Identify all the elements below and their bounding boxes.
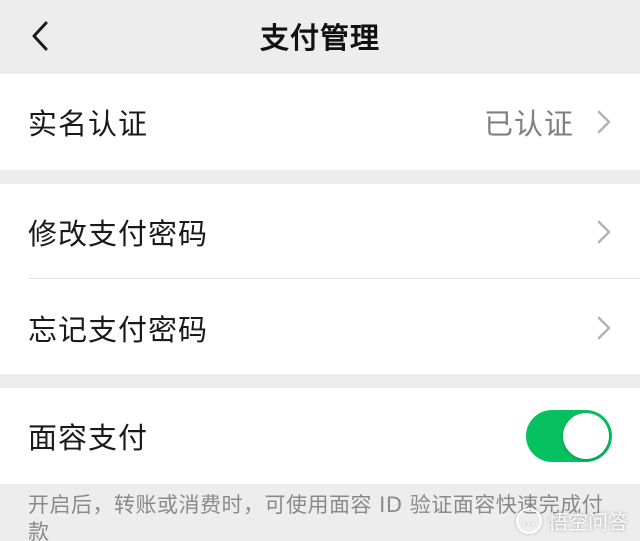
chevron-right-icon	[597, 110, 611, 134]
real-name-label: 实名认证	[28, 107, 149, 141]
navigation-bar: 支付管理	[0, 0, 640, 72]
toggle-knob	[563, 413, 609, 459]
identity-section: 实名认证 已认证	[0, 74, 640, 170]
face-pay-toggle[interactable]	[526, 410, 612, 462]
verification-status: 已认证	[483, 107, 574, 141]
back-button[interactable]	[20, 14, 60, 58]
watermark: … 悟空问答	[516, 506, 628, 535]
change-password-label: 修改支付密码	[28, 217, 209, 251]
forgot-password-row[interactable]: 忘记支付密码	[0, 280, 640, 376]
chevron-right-icon	[597, 220, 611, 244]
watermark-text: 悟空问答	[548, 510, 628, 534]
chat-bubble-icon: …	[516, 507, 542, 534]
password-section: 修改支付密码 忘记支付密码	[0, 184, 640, 374]
forgot-password-label: 忘记支付密码	[28, 313, 209, 347]
face-pay-row: 面容支付	[0, 388, 640, 484]
change-password-row[interactable]: 修改支付密码	[0, 184, 640, 280]
chevron-left-icon	[32, 21, 48, 51]
real-name-verification-row[interactable]: 实名认证 已认证	[0, 74, 640, 170]
face-pay-section: 面容支付	[0, 388, 640, 484]
page-title: 支付管理	[259, 21, 380, 55]
chevron-right-icon	[597, 316, 611, 340]
row-divider	[28, 278, 640, 279]
face-pay-label: 面容支付	[28, 421, 149, 455]
